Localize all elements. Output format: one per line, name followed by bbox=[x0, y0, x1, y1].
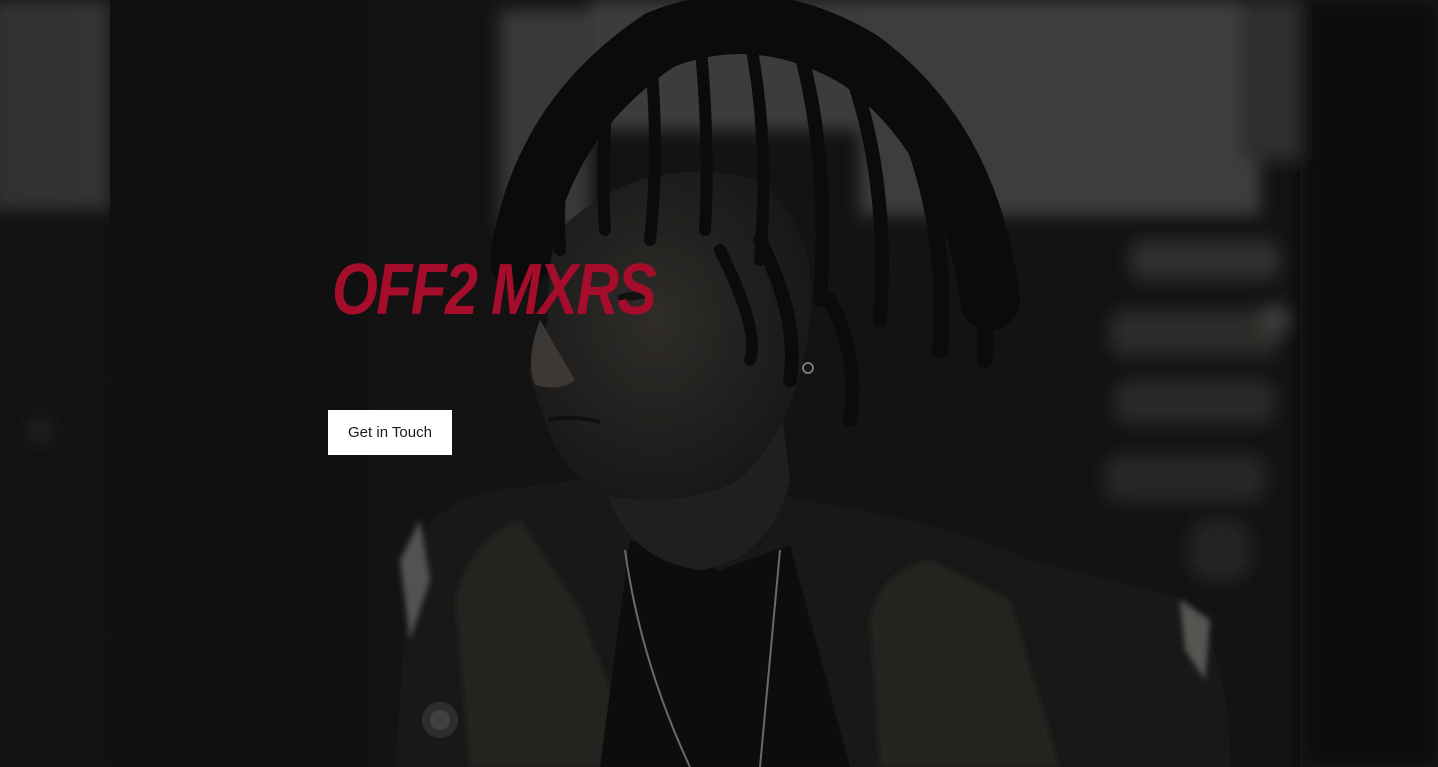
hero-section: OFF2 MXRS Get in Touch bbox=[0, 0, 1438, 767]
brand-title: OFF2 MXRS bbox=[332, 250, 657, 330]
get-in-touch-button[interactable]: Get in Touch bbox=[328, 410, 452, 455]
photo-overlay bbox=[0, 0, 1438, 767]
hero-background-photo bbox=[0, 0, 1438, 767]
